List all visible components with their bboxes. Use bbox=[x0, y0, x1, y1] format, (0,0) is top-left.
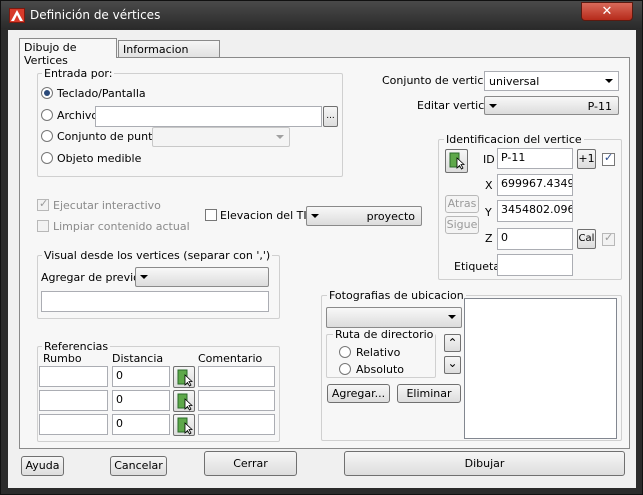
dialog-window: Definición de vértices ✕ Dibujo de Verti… bbox=[0, 0, 643, 495]
conjunto-puntos-select[interactable] bbox=[152, 127, 290, 147]
distancia-input-2[interactable]: 0 bbox=[112, 390, 170, 411]
pick-point-icon bbox=[449, 152, 465, 170]
chevron-down-icon bbox=[489, 104, 497, 108]
header-distancia: Distancia bbox=[112, 352, 164, 365]
radio-objeto-medible-label[interactable]: Objeto medible bbox=[57, 152, 141, 165]
fotografias-list[interactable] bbox=[464, 298, 617, 439]
id-label: ID bbox=[483, 153, 495, 166]
rumbo-input-3[interactable] bbox=[39, 414, 108, 435]
limpiar-contenido-label[interactable]: Limpiar contenido actual bbox=[53, 220, 190, 233]
conjunto-vertices-select[interactable]: universal bbox=[484, 71, 619, 91]
radio-conjunto-puntos-label[interactable]: Conjunto de puntos bbox=[57, 130, 165, 143]
sigue-button[interactable]: Sigue bbox=[445, 216, 479, 234]
eliminar-foto-button[interactable]: Eliminar bbox=[397, 384, 461, 403]
y-label: Y bbox=[485, 206, 492, 219]
conjunto-vertices-label: Conjunto de vertices bbox=[382, 74, 496, 87]
radio-relativo-label[interactable]: Relativo bbox=[356, 346, 400, 359]
pick-reference-button-3[interactable] bbox=[173, 414, 195, 436]
comentario-input-1[interactable] bbox=[198, 366, 275, 387]
cal-button[interactable]: Cal bbox=[577, 229, 596, 249]
elevacion-tin-label[interactable]: Elevacion del TIN bbox=[220, 209, 315, 222]
cerrar-button[interactable]: Cerrar bbox=[204, 451, 297, 476]
app-icon bbox=[9, 8, 25, 23]
radio-archivo[interactable] bbox=[41, 109, 53, 121]
chevron-down-icon bbox=[276, 135, 284, 139]
ruta-legend: Ruta de directorio bbox=[333, 328, 436, 341]
editar-vertice-select[interactable]: P-11 bbox=[484, 96, 619, 115]
rumbo-input-2[interactable] bbox=[39, 390, 108, 411]
title-bar[interactable]: Definición de vértices ✕ bbox=[1, 1, 642, 29]
radio-conjunto-puntos[interactable] bbox=[41, 130, 53, 142]
check-icon: ✓ bbox=[604, 151, 614, 164]
dibujar-button[interactable]: Dibujar bbox=[344, 451, 625, 476]
pick-point-icon bbox=[177, 369, 193, 387]
chevron-down-icon[interactable]: ⌄ bbox=[444, 356, 461, 374]
chevron-down-icon bbox=[311, 214, 319, 218]
tab-dibujo-vertices[interactable]: Dibujo de Vertices bbox=[19, 38, 117, 67]
dialog-client: Dibujo de Vertices Informacion textual E… bbox=[8, 30, 636, 488]
agregar-previos-label: Agregar de previos bbox=[41, 271, 146, 284]
rumbo-input-1[interactable] bbox=[39, 366, 108, 387]
etiqueta-input[interactable] bbox=[497, 254, 573, 276]
ejecutar-interactivo-checkbox[interactable]: ✓ bbox=[37, 197, 49, 211]
radio-teclado[interactable] bbox=[41, 87, 53, 99]
atras-button[interactable]: Atras bbox=[445, 195, 479, 213]
cal-checkbox[interactable]: ✓ bbox=[602, 231, 615, 246]
chevron-down-icon bbox=[448, 315, 456, 319]
browse-button[interactable]: ... bbox=[323, 106, 338, 127]
ejecutar-interactivo-label[interactable]: Ejecutar interactivo bbox=[53, 199, 161, 212]
check-icon: ✓ bbox=[604, 231, 614, 244]
identificacion-legend: Identificacion del vertice bbox=[444, 133, 584, 146]
plus-one-checkbox[interactable]: ✓ bbox=[602, 151, 615, 166]
entrada-legend: Entrada por: bbox=[42, 67, 115, 80]
pick-point-icon bbox=[177, 393, 193, 411]
radio-relativo[interactable] bbox=[339, 346, 351, 358]
fotografias-select[interactable] bbox=[326, 307, 462, 328]
chevron-down-icon bbox=[140, 275, 148, 279]
close-button[interactable]: ✕ bbox=[581, 2, 633, 21]
x-input[interactable]: 699967.434919 bbox=[497, 174, 573, 196]
plus-one-button[interactable]: +1 bbox=[577, 149, 596, 169]
x-label: X bbox=[485, 179, 493, 192]
radio-absoluto-label[interactable]: Absoluto bbox=[356, 363, 404, 376]
chevron-down-icon bbox=[605, 79, 613, 83]
radio-objeto-medible[interactable] bbox=[41, 152, 53, 164]
header-comentario: Comentario bbox=[198, 352, 263, 365]
pick-point-icon bbox=[177, 417, 193, 435]
window-title: Definición de vértices bbox=[30, 8, 161, 22]
pick-reference-button-1[interactable] bbox=[173, 366, 195, 388]
etiqueta-label: Etiqueta bbox=[454, 260, 501, 273]
fotografias-legend: Fotografias de ubicacion bbox=[327, 289, 466, 302]
tab-panel: Entrada por: Teclado/Pantalla Archivo ..… bbox=[19, 57, 630, 449]
cancelar-button[interactable]: Cancelar bbox=[110, 456, 167, 476]
y-input[interactable]: 3454802.09617 bbox=[497, 200, 573, 222]
chevron-up-icon[interactable]: ⌃ bbox=[444, 334, 461, 352]
elevacion-tin-checkbox[interactable] bbox=[205, 209, 217, 221]
ayuda-button[interactable]: Ayuda bbox=[21, 456, 64, 476]
radio-teclado-label[interactable]: Teclado/Pantalla bbox=[57, 87, 146, 100]
agregar-foto-button[interactable]: Agregar... bbox=[327, 384, 390, 403]
z-label: Z bbox=[485, 232, 493, 245]
pick-vertex-button[interactable] bbox=[445, 149, 468, 173]
visual-legend: Visual desde los vertices (separar con '… bbox=[42, 249, 273, 262]
tab-informacion-textual[interactable]: Informacion textual bbox=[118, 40, 220, 69]
check-icon: ✓ bbox=[39, 197, 49, 210]
pick-reference-button-2[interactable] bbox=[173, 390, 195, 412]
visual-text-input[interactable] bbox=[41, 291, 269, 312]
radio-archivo-label[interactable]: Archivo bbox=[57, 109, 98, 122]
elevacion-tin-select[interactable]: proyecto bbox=[306, 206, 422, 226]
header-rumbo: Rumbo bbox=[43, 352, 82, 365]
id-input[interactable]: P-11 bbox=[497, 148, 573, 169]
radio-absoluto[interactable] bbox=[339, 363, 351, 375]
distancia-input-3[interactable]: 0 bbox=[112, 414, 170, 435]
agregar-previos-select[interactable] bbox=[135, 267, 269, 287]
distancia-input-1[interactable]: 0 bbox=[112, 366, 170, 387]
comentario-input-2[interactable] bbox=[198, 390, 275, 411]
archivo-input[interactable] bbox=[95, 106, 322, 127]
limpiar-contenido-checkbox[interactable] bbox=[37, 220, 49, 232]
comentario-input-3[interactable] bbox=[198, 414, 275, 435]
z-input[interactable]: 0 bbox=[497, 228, 573, 250]
editar-vertice-label: Editar vertice bbox=[417, 99, 492, 112]
